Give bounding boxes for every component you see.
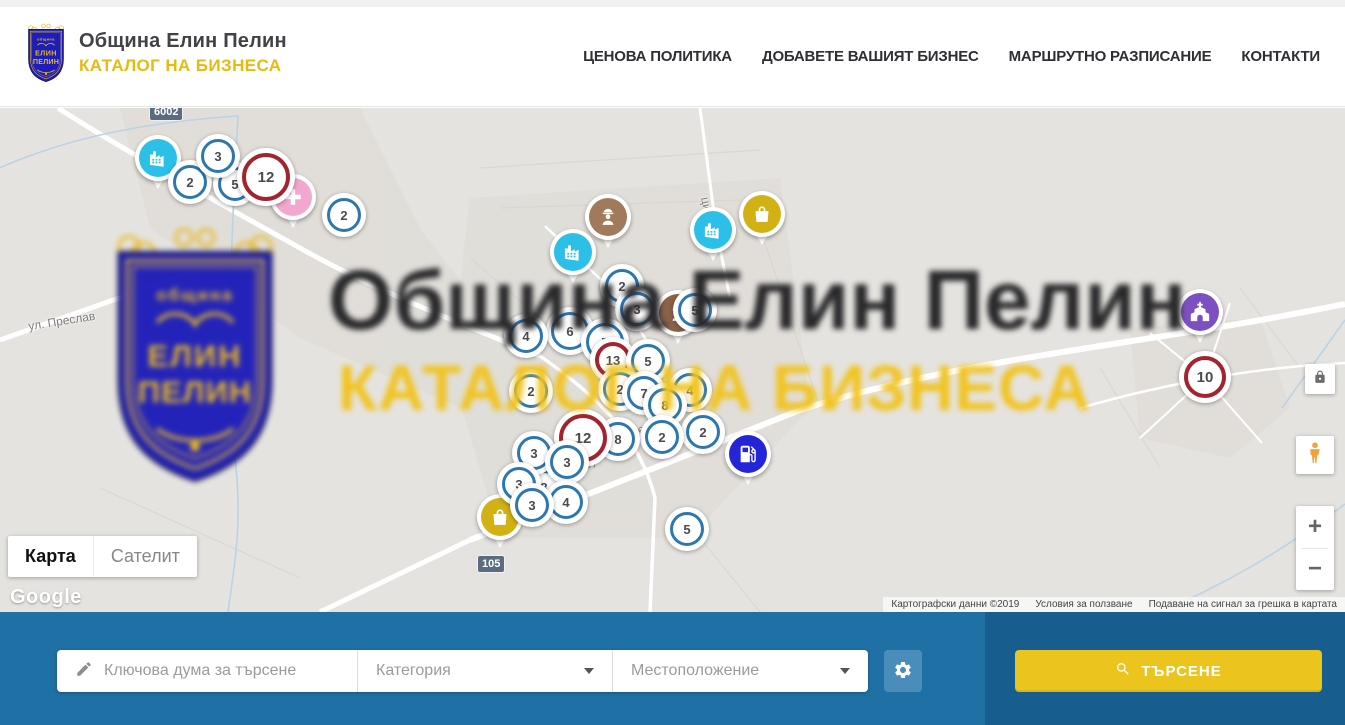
location-select[interactable]: Местоположение: [612, 650, 868, 692]
brand[interactable]: община ЕЛИНПЕЛИН Община Елин Пелин КАТАЛО…: [22, 22, 287, 84]
cluster-marker[interactable]: 2: [322, 193, 366, 237]
map-data-attribution: Картографски данни ©2019: [891, 599, 1019, 610]
category-select[interactable]: Категория: [357, 650, 612, 692]
cluster-count: 2: [327, 198, 361, 232]
gear-icon: [893, 660, 913, 683]
route-badge: 105: [478, 556, 504, 572]
chevron-down-icon: [840, 668, 850, 674]
cluster-count: 10: [1184, 356, 1226, 398]
watermark-subtitle: КАТАЛОГ НА БИЗНЕСА: [338, 356, 1091, 420]
main-nav: ЦЕНОВА ПОЛИТИКА ДОБАВЕТЕ ВАШИЯТ БИЗНЕС МАР…: [583, 7, 1320, 106]
report-error-link[interactable]: Подаване на сигнал за грешка в картата: [1149, 599, 1337, 610]
site-subtitle: КАТАЛОГ НА БИЗНЕСА: [79, 56, 287, 76]
advanced-settings-button[interactable]: [884, 650, 922, 692]
map-type-control: Карта Сателит: [8, 536, 197, 577]
cluster-count: 5: [670, 512, 704, 546]
pin-head: [690, 207, 736, 253]
cluster-count: 3: [515, 488, 549, 522]
cluster-count: 4: [549, 485, 583, 519]
cluster-count: 2: [645, 420, 679, 454]
svg-text:община: община: [156, 286, 233, 305]
zoom-in-button[interactable]: +: [1296, 506, 1334, 548]
lock-button[interactable]: [1305, 364, 1335, 394]
location-select-label: Местоположение: [631, 662, 759, 680]
cluster-marker[interactable]: 5: [665, 507, 709, 551]
page: общинаЕЛИНПЕЛИН Община Елин Пелин КАТАЛО…: [0, 0, 1345, 725]
top-strip: [0, 0, 1345, 7]
watermark-shield-logo: община ЕЛИНПЕЛИН: [95, 218, 295, 498]
cluster-marker[interactable]: 12: [237, 148, 295, 206]
header: община ЕЛИНПЕЛИН Община Елин Пелин КАТАЛО…: [0, 7, 1345, 107]
church-icon: [1181, 293, 1219, 331]
cluster-marker[interactable]: 3: [196, 134, 240, 178]
svg-text:ПЕЛИН: ПЕЛИН: [33, 58, 59, 66]
municipality-logo: община ЕЛИНПЕЛИН: [22, 22, 70, 84]
terms-link[interactable]: Условия за ползване: [1035, 599, 1132, 610]
factory-icon: [694, 211, 732, 249]
svg-text:ЕЛИН: ЕЛИН: [147, 339, 242, 374]
cluster-marker[interactable]: 3: [510, 483, 554, 527]
cluster-count: 3: [201, 139, 235, 173]
map-pin-bag[interactable]: [739, 191, 785, 251]
svg-text:ПЕЛИН: ПЕЛИН: [138, 375, 252, 410]
filter-bar: Категория Местоположение: [57, 650, 868, 692]
pegman-icon: [1302, 440, 1328, 471]
svg-text:ЕЛИН: ЕЛИН: [35, 50, 57, 58]
search-bar: Категория Местоположение ТЪРСЕНЕ: [0, 612, 1345, 725]
cluster-count: 12: [242, 153, 290, 201]
keyword-field[interactable]: [57, 650, 357, 692]
nav-item-3[interactable]: КОНТАКТИ: [1241, 48, 1320, 65]
chevron-down-icon: [584, 668, 594, 674]
google-logo[interactable]: Google: [10, 586, 82, 609]
zoom-control: + −: [1296, 506, 1334, 590]
map-attribution: Картографски данни ©2019 Условия за ползв…: [883, 597, 1345, 612]
nav-item-0[interactable]: ЦЕНОВА ПОЛИТИКА: [583, 48, 732, 65]
lock-icon: [1313, 370, 1327, 389]
nav-item-1[interactable]: ДОБАВЕТЕ ВАШИЯТ БИЗНЕС: [762, 48, 979, 65]
cluster-marker[interactable]: 3: [545, 440, 589, 484]
pencil-icon: [75, 660, 93, 683]
cluster-count: 3: [550, 445, 584, 479]
bag-icon: [743, 195, 781, 233]
zoom-out-button[interactable]: −: [1296, 549, 1334, 591]
nav-item-2[interactable]: МАРШРУТНО РАЗПИСАНИЕ: [1009, 48, 1212, 65]
map-canvas[interactable]: 6002105 ул. Преславбул. „Новоселция 2531…: [0, 108, 1345, 612]
keyword-input[interactable]: [104, 662, 345, 680]
route-badge: 6002: [150, 108, 182, 120]
svg-text:община: община: [37, 36, 55, 41]
fuel-icon: [729, 435, 767, 473]
category-select-label: Категория: [376, 662, 451, 680]
pin-head: [725, 431, 771, 477]
map-type-satellite-button[interactable]: Сателит: [93, 536, 197, 577]
search-icon: [1115, 661, 1131, 681]
cluster-marker[interactable]: 10: [1179, 351, 1231, 403]
map-pin-fuel[interactable]: [725, 431, 771, 491]
map-type-map-button[interactable]: Карта: [8, 536, 93, 577]
search-button-label: ТЪРСЕНЕ: [1141, 663, 1222, 680]
pin-head: [739, 191, 785, 237]
pegman-button[interactable]: [1296, 436, 1334, 474]
watermark-title: Община Елин Пелин: [328, 258, 1186, 342]
site-title: Община Елин Пелин: [79, 30, 287, 53]
search-button[interactable]: ТЪРСЕНЕ: [1015, 650, 1322, 692]
